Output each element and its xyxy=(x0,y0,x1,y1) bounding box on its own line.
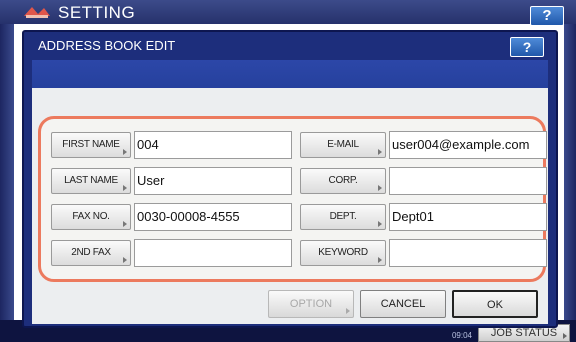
corner-triangle-icon xyxy=(123,257,127,263)
email-field[interactable]: user004@example.com xyxy=(389,131,547,159)
dialog-body: FIRST NAME 004 LAST NAME User FAX NO. 00… xyxy=(32,88,548,324)
dept-button[interactable]: DEPT. xyxy=(300,204,386,230)
corner-triangle-icon xyxy=(123,185,127,191)
second-fax-field[interactable] xyxy=(134,239,292,267)
option-button[interactable]: OPTION xyxy=(268,290,354,318)
job-status-label: JOB STATUS xyxy=(490,327,558,339)
fax-no-field[interactable]: 0030-00008-4555 xyxy=(134,203,292,231)
setting-help-button[interactable]: ? xyxy=(530,6,564,26)
setting-header: SETTING ? xyxy=(0,0,576,26)
second-fax-button[interactable]: 2ND FAX xyxy=(51,240,131,266)
corner-triangle-icon xyxy=(123,221,127,227)
corner-triangle-icon xyxy=(123,149,127,155)
corner-triangle-icon xyxy=(378,185,382,191)
corp-field[interactable] xyxy=(389,167,547,195)
last-name-button[interactable]: LAST NAME xyxy=(51,168,131,194)
last-name-field[interactable]: User xyxy=(134,167,292,195)
email-button[interactable]: E-MAIL xyxy=(300,132,386,158)
first-name-field[interactable]: 004 xyxy=(134,131,292,159)
corner-triangle-icon xyxy=(378,221,382,227)
corner-triangle-icon xyxy=(563,333,567,339)
background-frame-left xyxy=(0,24,14,342)
fax-no-button[interactable]: FAX NO. xyxy=(51,204,131,230)
first-name-button[interactable]: FIRST NAME xyxy=(51,132,131,158)
cancel-button[interactable]: CANCEL xyxy=(360,290,446,318)
corner-triangle-icon xyxy=(378,149,382,155)
keyword-field[interactable] xyxy=(389,239,547,267)
dept-field[interactable]: Dept01 xyxy=(389,203,547,231)
dialog-help-button[interactable]: ? xyxy=(510,37,544,57)
ok-button[interactable]: OK xyxy=(452,290,538,318)
keyword-button[interactable]: KEYWORD xyxy=(300,240,386,266)
address-book-edit-dialog: ADDRESS BOOK EDIT ? FIRST NAME 004 LAST … xyxy=(22,30,558,328)
clock-time: 09:04 xyxy=(451,331,472,340)
corner-triangle-icon xyxy=(378,257,382,263)
corp-button[interactable]: CORP. xyxy=(300,168,386,194)
corner-triangle-icon xyxy=(346,308,350,314)
background-frame-right xyxy=(564,24,576,342)
setting-title: SETTING xyxy=(58,3,136,22)
setting-logo-icon xyxy=(24,7,50,18)
dialog-title: ADDRESS BOOK EDIT xyxy=(38,38,176,53)
highlighted-fields-panel: FIRST NAME 004 LAST NAME User FAX NO. 00… xyxy=(38,116,547,282)
